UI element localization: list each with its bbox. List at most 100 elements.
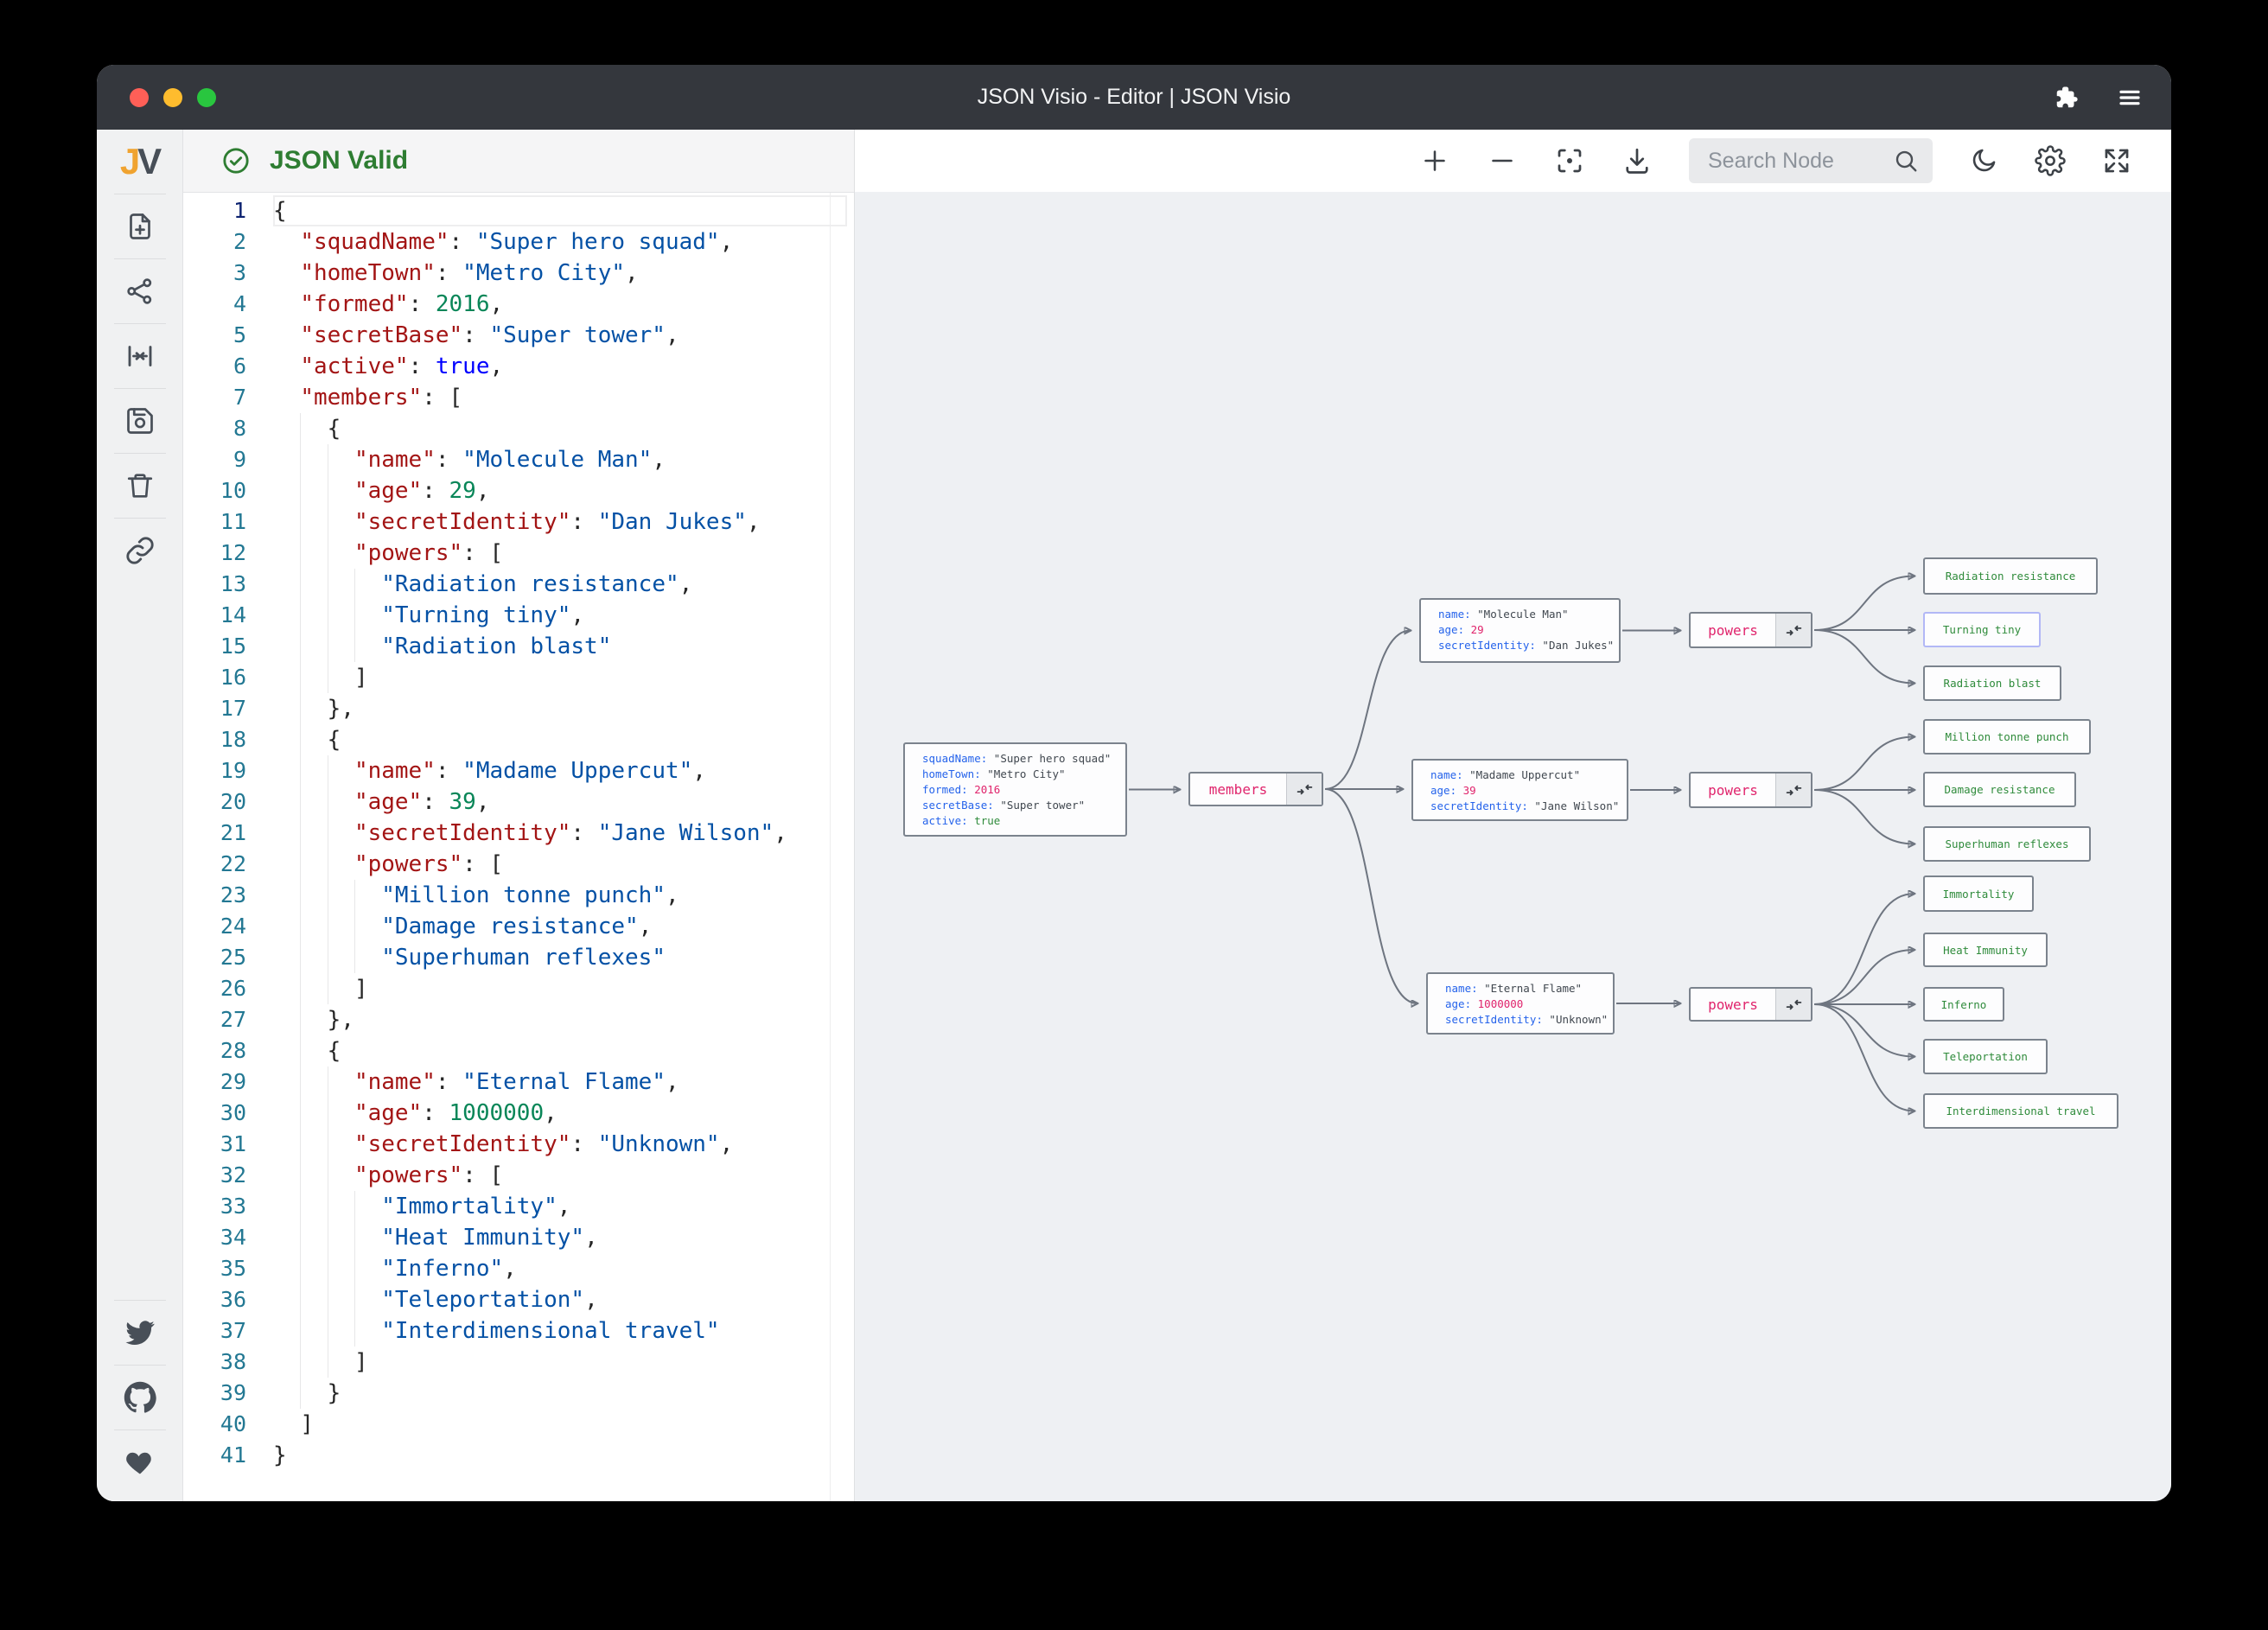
graph-canvas[interactable]: squadName: "Super hero squad" homeTown: "… bbox=[855, 192, 2171, 1501]
code-line-text: "name": "Molecule Man", bbox=[273, 444, 847, 475]
graph-object-node[interactable]: name: "Madame Uppercut" age: 39 secretIden… bbox=[1411, 759, 1628, 821]
editor-line[interactable]: 37 "Interdimensional travel" bbox=[183, 1315, 854, 1347]
editor-line[interactable]: 12 "powers": [ bbox=[183, 538, 854, 569]
editor-line[interactable]: 35 "Inferno", bbox=[183, 1253, 854, 1284]
center-focus-button[interactable] bbox=[1554, 145, 1585, 176]
collapse-node-button[interactable] bbox=[1286, 774, 1322, 805]
left-sidebar: JV bbox=[97, 130, 183, 1501]
editor-line[interactable]: 5 "secretBase": "Super tower", bbox=[183, 320, 854, 351]
graph-leaf-node[interactable]: Heat Immunity bbox=[1923, 933, 2048, 967]
graph-leaf-node[interactable]: Superhuman reflexes bbox=[1923, 826, 2091, 862]
graph-array-node[interactable]: powers bbox=[1689, 772, 1812, 808]
graph-object-node[interactable]: name: "Molecule Man" age: 29 secretIdentit… bbox=[1419, 598, 1621, 663]
editor-line[interactable]: 22 "powers": [ bbox=[183, 849, 854, 880]
github-icon bbox=[124, 1381, 156, 1413]
close-button[interactable] bbox=[130, 87, 149, 107]
editor-line[interactable]: 7 "members": [ bbox=[183, 382, 854, 413]
dark-mode-toggle[interactable] bbox=[1969, 146, 1998, 175]
editor-line[interactable]: 6 "active": true, bbox=[183, 351, 854, 382]
editor-line[interactable]: 17 }, bbox=[183, 693, 854, 724]
collapse-node-button[interactable] bbox=[1775, 774, 1811, 806]
graph-leaf-node[interactable]: Radiation blast bbox=[1923, 665, 2061, 701]
heart-icon bbox=[125, 1452, 151, 1474]
graph-edge bbox=[1813, 737, 1914, 791]
file-plus-icon bbox=[129, 213, 150, 239]
graph-array-node[interactable]: powers bbox=[1689, 987, 1812, 1022]
editor-line[interactable]: 25 "Superhuman reflexes" bbox=[183, 942, 854, 973]
download-button[interactable] bbox=[1621, 145, 1653, 176]
code-line-text: "powers": [ bbox=[273, 538, 847, 569]
graph-leaf-node[interactable]: Teleportation bbox=[1923, 1039, 2048, 1074]
zoom-window-button[interactable] bbox=[197, 87, 216, 107]
editor-line[interactable]: 41} bbox=[183, 1440, 854, 1471]
twitter-link[interactable] bbox=[97, 1301, 182, 1365]
editor-line[interactable]: 40 ] bbox=[183, 1409, 854, 1440]
fullscreen-button[interactable] bbox=[2102, 146, 2131, 175]
editor-line[interactable]: 38 ] bbox=[183, 1347, 854, 1378]
graph-leaf-node[interactable]: Interdimensional travel bbox=[1923, 1093, 2118, 1129]
line-number: 27 bbox=[220, 1007, 246, 1032]
editor-line[interactable]: 16 ] bbox=[183, 662, 854, 693]
search-input[interactable] bbox=[1706, 147, 1893, 175]
editor-line[interactable]: 36 "Teleportation", bbox=[183, 1284, 854, 1315]
editor-line[interactable]: 1{ bbox=[183, 195, 854, 226]
graph-leaf-node[interactable]: Million tonne punch bbox=[1923, 719, 2091, 755]
graph-array-node[interactable]: members bbox=[1188, 772, 1323, 806]
graph-leaf-node[interactable]: Turning tiny bbox=[1923, 612, 2041, 647]
editor-line[interactable]: 11 "secretIdentity": "Dan Jukes", bbox=[183, 506, 854, 538]
center-view-button[interactable] bbox=[97, 324, 182, 388]
editor-line[interactable]: 27 }, bbox=[183, 1004, 854, 1035]
editor-line[interactable]: 18 { bbox=[183, 724, 854, 755]
editor-line[interactable]: 3 "homeTown": "Metro City", bbox=[183, 258, 854, 289]
new-document-button[interactable] bbox=[97, 194, 182, 258]
editor-line[interactable]: 21 "secretIdentity": "Jane Wilson", bbox=[183, 818, 854, 849]
save-button[interactable] bbox=[97, 389, 182, 453]
editor-line[interactable]: 28 { bbox=[183, 1035, 854, 1067]
array-node-label: powers bbox=[1708, 996, 1758, 1013]
editor-line[interactable]: 39 } bbox=[183, 1378, 854, 1409]
zoom-out-button[interactable] bbox=[1487, 145, 1518, 176]
editor-line[interactable]: 14 "Turning tiny", bbox=[183, 600, 854, 631]
editor-line[interactable]: 4 "formed": 2016, bbox=[183, 289, 854, 320]
graph-leaf-node[interactable]: Immortality bbox=[1923, 875, 2034, 912]
graph-leaf-node[interactable]: Damage resistance bbox=[1923, 772, 2076, 807]
editor-line[interactable]: 30 "age": 1000000, bbox=[183, 1098, 854, 1129]
editor-line[interactable]: 29 "name": "Eternal Flame", bbox=[183, 1067, 854, 1098]
delete-button[interactable] bbox=[97, 454, 182, 518]
code-line-text: "name": "Madame Uppercut", bbox=[273, 755, 847, 786]
editor-line[interactable]: 19 "name": "Madame Uppercut", bbox=[183, 755, 854, 786]
editor-line[interactable]: 2 "squadName": "Super hero squad", bbox=[183, 226, 854, 258]
editor-line[interactable]: 26 ] bbox=[183, 973, 854, 1004]
minimize-button[interactable] bbox=[163, 87, 182, 107]
sponsor-link[interactable] bbox=[97, 1430, 182, 1494]
app-logo[interactable]: JV bbox=[97, 130, 182, 194]
menu-icon[interactable] bbox=[2116, 84, 2144, 111]
settings-button[interactable] bbox=[2035, 145, 2066, 176]
graph-array-node[interactable]: powers bbox=[1689, 612, 1812, 648]
editor-line[interactable]: 20 "age": 39, bbox=[183, 786, 854, 818]
zoom-in-button[interactable] bbox=[1419, 145, 1450, 176]
editor-line[interactable]: 34 "Heat Immunity", bbox=[183, 1222, 854, 1253]
editor-line[interactable]: 32 "powers": [ bbox=[183, 1160, 854, 1191]
graph-object-node[interactable]: name: "Eternal Flame" age: 1000000 secretI… bbox=[1426, 972, 1615, 1035]
editor-line[interactable]: 13 "Radiation resistance", bbox=[183, 569, 854, 600]
graph-leaf-node[interactable]: Inferno bbox=[1923, 987, 2004, 1022]
graph-leaf-node[interactable]: Radiation resistance bbox=[1923, 557, 2098, 595]
code-editor[interactable]: 1{2 "squadName": "Super hero squad", 3 "h… bbox=[183, 193, 854, 1501]
editor-line[interactable]: 33 "Immortality", bbox=[183, 1191, 854, 1222]
editor-line[interactable]: 10 "age": 29, bbox=[183, 475, 854, 506]
graph-object-node[interactable]: squadName: "Super hero squad" homeTown: "… bbox=[903, 742, 1127, 837]
editor-line[interactable]: 15 "Radiation blast" bbox=[183, 631, 854, 662]
collapse-node-button[interactable] bbox=[1775, 614, 1811, 646]
editor-line[interactable]: 31 "secretIdentity": "Unknown", bbox=[183, 1129, 854, 1160]
editor-line[interactable]: 23 "Million tonne punch", bbox=[183, 880, 854, 911]
github-link[interactable] bbox=[97, 1366, 182, 1429]
center-focus-icon bbox=[1558, 149, 1582, 173]
editor-line[interactable]: 9 "name": "Molecule Man", bbox=[183, 444, 854, 475]
editor-line[interactable]: 8 { bbox=[183, 413, 854, 444]
graph-view-button[interactable] bbox=[97, 259, 182, 323]
editor-line[interactable]: 24 "Damage resistance", bbox=[183, 911, 854, 942]
collapse-node-button[interactable] bbox=[1775, 989, 1811, 1020]
extension-puzzle-icon[interactable] bbox=[2054, 85, 2080, 111]
share-link-button[interactable] bbox=[97, 519, 182, 583]
